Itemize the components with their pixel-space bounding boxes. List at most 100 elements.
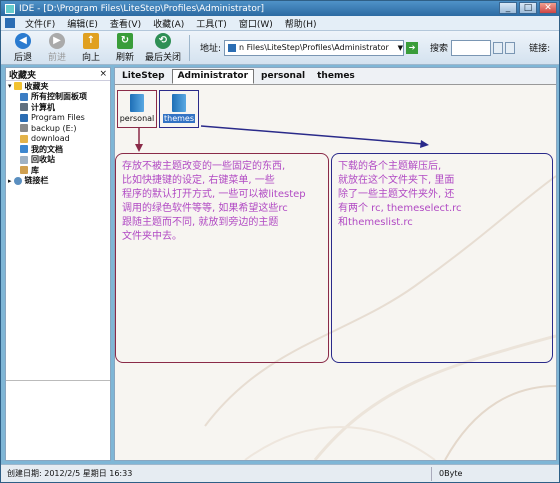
- close-recent-button[interactable]: ⟲ 最后关闭: [143, 32, 183, 63]
- control-panel-icon: [20, 92, 28, 101]
- expand-icon[interactable]: ▾: [8, 82, 12, 90]
- sidebar-header: 收藏夹 ×: [6, 68, 110, 81]
- tree-label: download: [31, 134, 70, 144]
- tree-item-favorites[interactable]: ▾ 收藏夹: [6, 81, 110, 92]
- address-input[interactable]: n Files\LiteStep\Profiles\Administrator …: [224, 39, 405, 56]
- note-themes-description: 下载的各个主题解压后, 就放在这个文件夹下, 里面 除了一些主题文件夹外, 还 …: [331, 153, 553, 363]
- back-button[interactable]: ◀ 后退: [7, 32, 39, 63]
- forward-button[interactable]: ▶ 前进: [41, 32, 73, 63]
- close-recent-label: 最后关闭: [144, 52, 181, 63]
- tree-item-program-files[interactable]: Program Files: [6, 113, 110, 124]
- address-label: 地址:: [200, 44, 222, 54]
- window-title: IDE - [D:\Program Files\LiteStep\Profile…: [19, 3, 265, 14]
- tree-item-control-panel[interactable]: 所有控制面板项: [6, 92, 110, 103]
- tree-item-computer[interactable]: 计算机: [6, 102, 110, 113]
- minimize-button[interactable]: _: [499, 2, 517, 14]
- folder-icon: [172, 94, 186, 112]
- star-icon: [13, 82, 22, 91]
- forward-arrow-icon: ▶: [49, 32, 65, 49]
- status-bar: 创建日期: 2012/2/5 星期日 16:33 0Byte: [1, 464, 559, 482]
- drive-icon: [20, 124, 28, 133]
- links-icon: [13, 176, 22, 185]
- menu-view[interactable]: 查看(V): [104, 17, 147, 30]
- title-bar: IDE - [D:\Program Files\LiteStep\Profile…: [1, 1, 559, 16]
- links-label: 链接:: [529, 44, 551, 54]
- folder-label: personal: [119, 114, 155, 123]
- maximize-button[interactable]: □: [519, 2, 537, 14]
- favorites-tree: ▾ 收藏夹 所有控制面板项 计算机 Program Files backup (…: [6, 81, 110, 186]
- tab-litestep[interactable]: LiteStep: [117, 69, 170, 84]
- folder-icon: [130, 94, 144, 112]
- toolbar-separator: [189, 34, 190, 61]
- note-personal-description: 存放不被主题改变的一些固定的东西, 比如快捷键的设定, 右键菜单, 一些 程序的…: [115, 153, 329, 363]
- file-view: LiteStep Administrator personal themes p…: [114, 67, 557, 461]
- status-created-date: 创建日期: 2012/2/5 星期日 16:33: [7, 469, 133, 478]
- tree-item-download[interactable]: download: [6, 134, 110, 145]
- menu-tools[interactable]: 工具(T): [190, 17, 233, 30]
- search-go-icon[interactable]: [493, 41, 504, 54]
- toolbar: ◀ 后退 ▶ 前进 ↑ 向上 ↻ 刷新 ⟲ 最后关闭 地址: n Files\L…: [1, 31, 559, 65]
- expand-icon[interactable]: ▸: [8, 177, 12, 185]
- search-label: 搜索: [430, 44, 449, 54]
- menu-help[interactable]: 帮助(H): [279, 17, 323, 30]
- sidebar-close-icon[interactable]: ×: [99, 69, 107, 79]
- forward-label: 前进: [47, 52, 66, 63]
- sidebar-title: 收藏夹: [9, 70, 37, 81]
- folder-themes[interactable]: themes: [159, 90, 199, 128]
- menu-window[interactable]: 窗口(W): [233, 17, 279, 30]
- computer-icon: [20, 103, 28, 112]
- menu-edit[interactable]: 编辑(E): [61, 17, 104, 30]
- back-arrow-icon: ◀: [15, 32, 31, 49]
- library-icon: [20, 166, 28, 175]
- recycle-bin-icon: [20, 155, 28, 164]
- menu-favorites[interactable]: 收藏(A): [147, 17, 190, 30]
- status-separator: [431, 467, 432, 481]
- tree-item-recycle-bin[interactable]: 回收站: [6, 155, 110, 166]
- go-icon[interactable]: ➔: [406, 41, 419, 54]
- documents-icon: [20, 145, 28, 154]
- app-window: IDE - [D:\Program Files\LiteStep\Profile…: [0, 0, 560, 483]
- refresh-button[interactable]: ↻ 刷新: [109, 32, 141, 63]
- folder-up-icon: ↑: [83, 32, 99, 49]
- tab-themes[interactable]: themes: [312, 69, 360, 84]
- tree-label: 计算机: [31, 102, 55, 112]
- back-label: 后退: [13, 52, 32, 63]
- menu-bar: 文件(F) 编辑(E) 查看(V) 收藏(A) 工具(T) 窗口(W) 帮助(H…: [1, 16, 559, 31]
- tree-item-backup[interactable]: backup (E:): [6, 123, 110, 134]
- tree-label: backup (E:): [31, 123, 77, 133]
- sidebar-divider[interactable]: [6, 380, 110, 381]
- refresh-icon: ↻: [117, 32, 133, 49]
- chevron-down-icon[interactable]: ▼: [398, 44, 403, 52]
- tree-item-links-bar[interactable]: ▸ 链接栏: [6, 176, 110, 187]
- address-value: n Files\LiteStep\Profiles\Administrator: [239, 43, 389, 52]
- up-label: 向上: [81, 52, 100, 63]
- tree-label: 链接栏: [24, 176, 49, 186]
- tab-bar: LiteStep Administrator personal themes: [115, 68, 556, 85]
- tab-personal[interactable]: personal: [256, 69, 310, 84]
- tree-item-library[interactable]: 库: [6, 165, 110, 176]
- tree-label: 所有控制面板项: [31, 92, 87, 102]
- tab-administrator[interactable]: Administrator: [171, 68, 255, 84]
- search-input[interactable]: [451, 39, 492, 56]
- folder-label: themes: [162, 114, 195, 123]
- tree-label: 库: [31, 165, 39, 175]
- folder-icon: [228, 43, 237, 52]
- tree-item-my-documents[interactable]: 我的文档: [6, 144, 110, 155]
- up-button[interactable]: ↑ 向上: [75, 32, 107, 63]
- tree-label: 回收站: [31, 155, 55, 165]
- tree-label: Program Files: [31, 113, 85, 123]
- folder-icon: [20, 113, 28, 122]
- status-size: 0Byte: [439, 469, 463, 478]
- tree-label: 收藏夹: [24, 81, 49, 91]
- folder-personal[interactable]: personal: [117, 90, 157, 128]
- folder-icon: [20, 134, 28, 143]
- tree-label: 我的文档: [31, 144, 63, 154]
- app-icon: [5, 3, 15, 14]
- menu-file[interactable]: 文件(F): [19, 17, 61, 30]
- favorites-sidebar: 收藏夹 × ▾ 收藏夹 所有控制面板项 计算机 Program Files ba…: [5, 67, 111, 461]
- folder-canvas: personal themes 存放不被主题改变的一些固定的东西, 比如快捷键的…: [115, 86, 556, 460]
- close-button[interactable]: ✕: [539, 2, 557, 14]
- refresh-label: 刷新: [115, 52, 134, 63]
- search-options-icon[interactable]: [505, 41, 516, 54]
- menu-logo-icon: [5, 18, 15, 28]
